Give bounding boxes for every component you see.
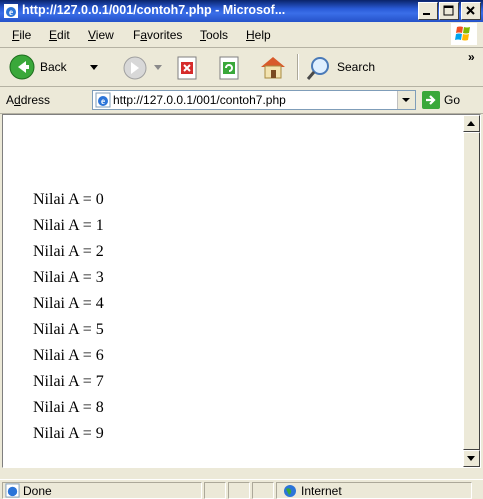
- minimize-icon: [423, 13, 430, 15]
- window-title: http://127.0.0.1/001/contoh7.php - Micro…: [22, 3, 286, 17]
- menu-edit[interactable]: Edit: [49, 28, 70, 42]
- output-line: Nilai A = 5: [33, 321, 104, 338]
- address-input[interactable]: [113, 92, 393, 108]
- page-status-icon: [5, 483, 20, 498]
- address-field[interactable]: e: [92, 90, 416, 110]
- ie-icon: e: [4, 4, 18, 18]
- forward-dropdown-icon[interactable]: [154, 65, 162, 71]
- menu-tools[interactable]: Tools: [200, 28, 228, 42]
- output-line: Nilai A = 4: [33, 295, 104, 312]
- menu-file[interactable]: File: [12, 28, 31, 42]
- output-line: Nilai A = 0: [33, 191, 104, 208]
- minimize-button[interactable]: [418, 2, 438, 20]
- output-line: Nilai A = 7: [33, 373, 104, 390]
- go-arrow-icon: [422, 91, 440, 109]
- search-icon: [306, 57, 329, 80]
- status-panel: [228, 482, 250, 499]
- svg-text:e: e: [9, 7, 13, 17]
- maximize-icon: [443, 5, 454, 16]
- close-button[interactable]: [461, 2, 481, 20]
- svg-text:e: e: [101, 96, 105, 106]
- standard-toolbar: Back Search »: [0, 48, 483, 87]
- status-text: Done: [23, 484, 52, 498]
- output-line: Nilai A = 8: [33, 399, 104, 416]
- maximize-button[interactable]: [439, 2, 459, 20]
- dropdown-arrow-icon: [402, 98, 410, 102]
- menu-favorites[interactable]: Favorites: [133, 28, 182, 42]
- status-panel: [252, 482, 274, 499]
- status-main-panel: Done: [2, 482, 202, 499]
- status-zone-text: Internet: [301, 484, 342, 498]
- back-dropdown-icon[interactable]: [90, 65, 98, 71]
- back-button[interactable]: Back: [4, 51, 114, 83]
- search-button[interactable]: Search: [305, 51, 405, 83]
- close-icon: [466, 6, 475, 15]
- globe-icon: [284, 485, 296, 497]
- refresh-icon[interactable]: [218, 56, 242, 80]
- go-label: Go: [444, 93, 461, 107]
- output-line: Nilai A = 3: [33, 269, 104, 286]
- menu-help[interactable]: Help: [246, 28, 271, 42]
- output-line: Nilai A = 1: [33, 217, 104, 234]
- home-icon[interactable]: [258, 54, 288, 80]
- title-bar[interactable]: e http://127.0.0.1/001/contoh7.php - Mic…: [0, 0, 483, 22]
- status-panel: [204, 482, 226, 499]
- address-bar: Address e Go: [0, 87, 483, 114]
- scroll-down-icon: [467, 456, 475, 461]
- scroll-thumb[interactable]: [463, 132, 480, 450]
- toolbar-separator: [297, 54, 299, 80]
- stop-icon[interactable]: [176, 56, 200, 80]
- search-label: Search: [337, 60, 376, 74]
- output-line: Nilai A = 6: [33, 347, 104, 364]
- vertical-scrollbar[interactable]: [463, 115, 480, 467]
- page-icon: e: [95, 92, 111, 108]
- output-line: Nilai A = 2: [33, 243, 104, 260]
- address-label: Address: [6, 93, 51, 107]
- menu-bar: File Edit View Favorites Tools Help: [0, 22, 483, 48]
- scroll-up-button[interactable]: [463, 115, 480, 132]
- status-bar: Done Internet: [0, 479, 483, 499]
- output-line: Nilai A = 9: [33, 425, 104, 442]
- status-zone-panel: Internet: [276, 482, 472, 499]
- page-viewport: Nilai A = 0 Nilai A = 1 Nilai A = 2 Nila…: [2, 114, 481, 468]
- back-label: Back: [40, 60, 67, 74]
- page-content: Nilai A = 0 Nilai A = 1 Nilai A = 2 Nila…: [3, 115, 463, 467]
- browser-window: e http://127.0.0.1/001/contoh7.php - Mic…: [0, 0, 483, 499]
- menu-view[interactable]: View: [88, 28, 114, 42]
- forward-arrow-icon: [123, 56, 147, 80]
- address-dropdown-button[interactable]: [397, 91, 415, 109]
- go-button[interactable]: Go: [420, 90, 475, 110]
- forward-button[interactable]: [120, 51, 170, 83]
- toolbar-overflow-chevron[interactable]: »: [468, 50, 475, 64]
- scroll-down-button[interactable]: [463, 450, 480, 467]
- windows-logo-icon: [451, 23, 477, 45]
- scroll-up-icon: [467, 121, 475, 126]
- back-arrow-icon: [9, 54, 35, 80]
